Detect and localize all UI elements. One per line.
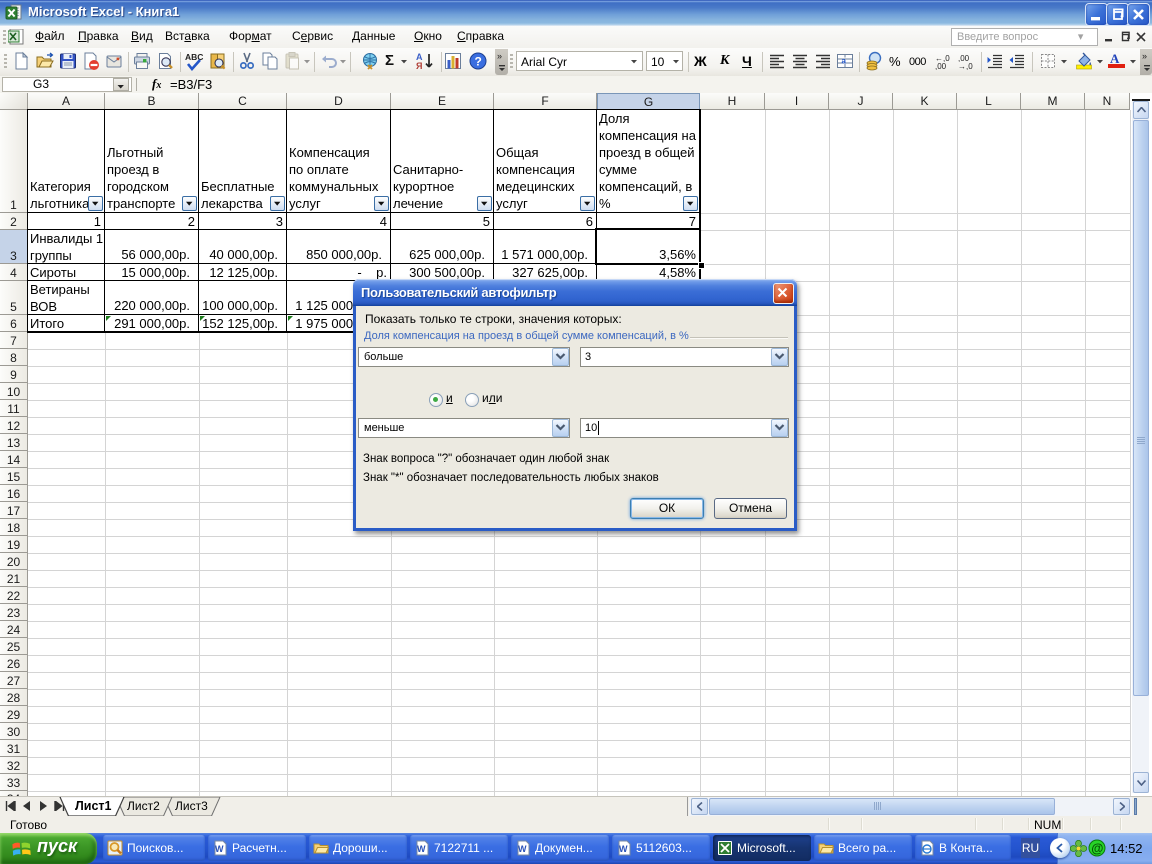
svg-text:W: W: [215, 844, 224, 854]
svg-text:ABC: ABC: [185, 52, 203, 62]
svg-text:W: W: [619, 844, 628, 854]
svg-text:W: W: [417, 844, 426, 854]
svg-text:W: W: [518, 844, 527, 854]
svg-text:,00: ,00: [935, 62, 947, 71]
svg-text:@: @: [1091, 841, 1103, 855]
svg-text:?: ?: [475, 55, 482, 69]
svg-text:a: a: [842, 57, 847, 66]
svg-text:→,0: →,0: [958, 62, 973, 71]
svg-text:Я: Я: [416, 61, 422, 71]
